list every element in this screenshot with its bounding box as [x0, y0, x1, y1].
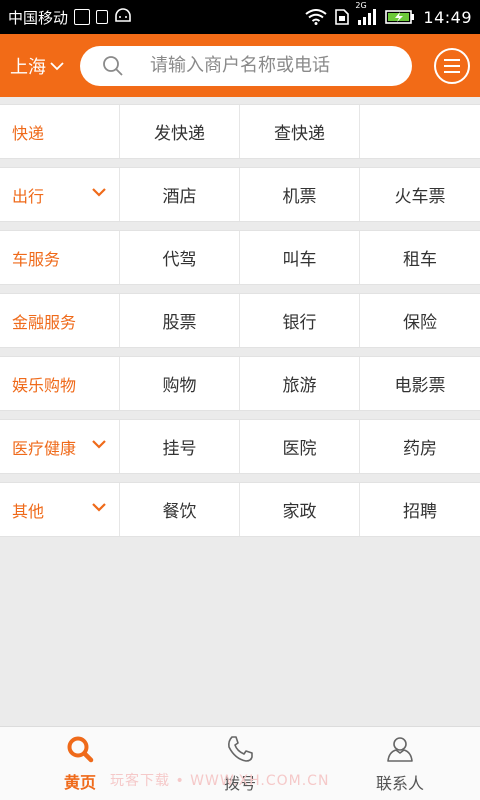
menu-icon-line: [444, 70, 460, 73]
category-row: 快递 发快递 查快递: [0, 104, 480, 159]
category-item[interactable]: 旅游: [240, 357, 360, 410]
category-item[interactable]: 招聘: [360, 483, 480, 536]
category-label-text: 娱乐购物: [12, 375, 77, 395]
category-label-text: 金融服务: [12, 312, 77, 332]
category-item[interactable]: 银行: [240, 294, 360, 347]
chevron-down-icon: [92, 440, 106, 449]
category-row: 医疗健康 挂号 医院 药房: [0, 419, 480, 474]
tab-label: 拨号: [223, 773, 256, 793]
category-label[interactable]: 快递: [0, 105, 120, 158]
search-icon: [103, 55, 123, 76]
menu-icon-line: [444, 58, 460, 61]
contact-icon: [387, 736, 413, 762]
tab-dialer[interactable]: 拨号: [160, 727, 320, 800]
search-box[interactable]: [80, 45, 412, 86]
tab-label: 黄页: [63, 772, 96, 792]
category-label[interactable]: 金融服务: [0, 294, 120, 347]
category-item: [360, 105, 480, 158]
category-item[interactable]: 代驾: [120, 231, 240, 284]
category-item[interactable]: 电影票: [360, 357, 480, 410]
city-selector[interactable]: 上海: [10, 53, 76, 79]
category-item[interactable]: 购物: [120, 357, 240, 410]
category-item[interactable]: 家政: [240, 483, 360, 536]
menu-icon-line: [444, 64, 460, 67]
battery-charging-icon: [385, 9, 415, 25]
category-row: 金融服务 股票 银行 保险: [0, 293, 480, 348]
tab-contacts[interactable]: 联系人: [320, 727, 480, 800]
bottom-navigation: 黄页 拨号 联系人 玩客下载 • WWW.XH.COM.CN: [0, 726, 480, 800]
category-item[interactable]: 机票: [240, 168, 360, 221]
search-input[interactable]: [150, 55, 400, 76]
category-label-text: 其他: [12, 501, 45, 521]
category-label[interactable]: 其他: [0, 483, 120, 536]
sim-notification-icon: [96, 10, 109, 24]
sim-card-icon: [335, 9, 350, 25]
tab-label: 联系人: [375, 773, 424, 793]
category-row: 出行 酒店 机票 火车票: [0, 167, 480, 222]
category-label[interactable]: 医疗健康: [0, 420, 120, 473]
category-item[interactable]: 租车: [360, 231, 480, 284]
carrier-name: 中国移动: [8, 8, 69, 27]
category-item[interactable]: 餐饮: [120, 483, 240, 536]
image-notification-icon: [74, 9, 91, 25]
category-label-text: 医疗健康: [12, 438, 77, 458]
category-item[interactable]: 查快递: [240, 105, 360, 158]
android-icon: [114, 8, 132, 26]
wifi-icon: [305, 9, 328, 25]
signal-icon: 2G: [355, 1, 377, 25]
category-item[interactable]: 药房: [360, 420, 480, 473]
clock: 14:49: [423, 7, 472, 27]
category-item[interactable]: 医院: [240, 420, 360, 473]
phone-icon: [228, 735, 253, 762]
category-label[interactable]: 车服务: [0, 231, 120, 284]
category-label-text: 车服务: [12, 249, 61, 269]
category-label[interactable]: 娱乐购物: [0, 357, 120, 410]
category-item[interactable]: 酒店: [120, 168, 240, 221]
app-header: 上海: [0, 34, 480, 97]
category-item[interactable]: 发快递: [120, 105, 240, 158]
status-bar: 中国移动 2G 14:49: [0, 0, 480, 34]
chevron-down-icon: [92, 188, 106, 197]
category-row: 其他 餐饮 家政 招聘: [0, 482, 480, 537]
category-label[interactable]: 出行: [0, 168, 120, 221]
category-item[interactable]: 叫车: [240, 231, 360, 284]
category-item[interactable]: 挂号: [120, 420, 240, 473]
city-label: 上海: [10, 56, 46, 78]
category-list: 快递 发快递 查快递出行 酒店 机票 火车票车服务 代驾 叫车 租车金融服务 股票 银行 保险娱乐购物…: [0, 104, 480, 537]
category-row: 车服务 代驾 叫车 租车: [0, 230, 480, 285]
chevron-down-icon: [50, 61, 64, 70]
chevron-down-icon: [92, 503, 106, 512]
category-label-text: 出行: [12, 186, 45, 206]
category-row: 娱乐购物 购物 旅游 电影票: [0, 356, 480, 411]
category-item[interactable]: 火车票: [360, 168, 480, 221]
menu-button[interactable]: [434, 47, 470, 84]
category-item[interactable]: 股票: [120, 294, 240, 347]
network-type: 2G: [355, 1, 367, 10]
search-icon: [67, 736, 94, 762]
app-screen: 中国移动 2G 14:49 上海 请输入商户名称或电话 快递 发快递 查快递 出…: [0, 0, 480, 800]
category-item[interactable]: 保险: [360, 294, 480, 347]
tab-yellow-pages[interactable]: 黄页: [0, 727, 160, 800]
category-label-text: 快递: [12, 123, 45, 143]
